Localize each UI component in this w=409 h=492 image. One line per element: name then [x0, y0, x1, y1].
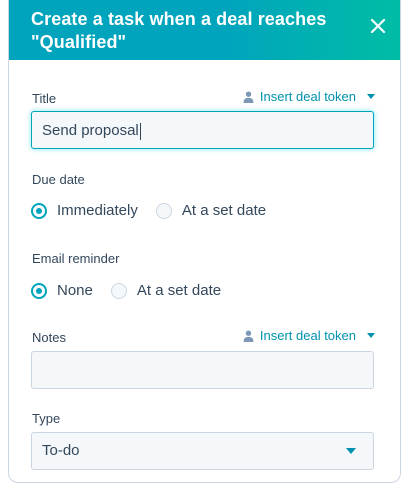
notes-input[interactable]	[31, 351, 374, 389]
due-date-option-immediately[interactable]: Immediately	[31, 202, 138, 219]
title-input-value: Send proposal	[42, 122, 139, 139]
insert-deal-token-label: Insert deal token	[259, 89, 356, 104]
due-date-option-set-date[interactable]: At a set date	[155, 202, 267, 219]
text-cursor	[139, 122, 141, 140]
radio-checked-icon	[31, 202, 47, 219]
task-dialog: Create a task when a deal reaches "Quali…	[8, 0, 401, 483]
email-reminder-label: Email reminder	[32, 251, 120, 266]
radio-unchecked-icon	[155, 202, 172, 219]
close-button[interactable]	[366, 14, 390, 38]
email-reminder-option-set-date[interactable]: At a set date	[110, 282, 222, 299]
due-date-radio-group: Immediately At a set date	[31, 202, 284, 219]
type-label: Type	[32, 411, 61, 426]
type-select-value: To-do	[42, 442, 80, 459]
person-icon	[243, 330, 254, 342]
email-reminder-option-label: At a set date	[136, 282, 222, 299]
person-icon	[243, 91, 254, 103]
radio-checked-icon	[31, 282, 47, 299]
chevron-down-icon	[346, 448, 356, 454]
email-reminder-radio-group: None At a set date	[31, 282, 239, 299]
close-icon	[370, 18, 386, 34]
dialog-title: Create a task when a deal reaches "Quali…	[31, 9, 327, 52]
due-date-option-label: Immediately	[57, 202, 138, 219]
caret-down-icon	[367, 333, 375, 338]
notes-label: Notes	[32, 330, 66, 345]
insert-deal-token-label: Insert deal token	[259, 328, 356, 343]
due-date-option-label: At a set date	[181, 202, 267, 219]
insert-deal-token-link-title[interactable]: Insert deal token	[243, 89, 375, 104]
email-reminder-option-label: None	[57, 282, 93, 299]
insert-deal-token-link-notes[interactable]: Insert deal token	[243, 328, 375, 343]
due-date-label: Due date	[32, 172, 85, 187]
dialog-header: Create a task when a deal reaches "Quali…	[9, 0, 400, 60]
title-input[interactable]: Send proposal	[31, 111, 374, 149]
radio-unchecked-icon	[110, 282, 127, 299]
type-select[interactable]: To-do	[31, 432, 374, 470]
email-reminder-option-none[interactable]: None	[31, 282, 93, 299]
title-label: Title	[32, 91, 57, 106]
caret-down-icon	[367, 94, 375, 99]
